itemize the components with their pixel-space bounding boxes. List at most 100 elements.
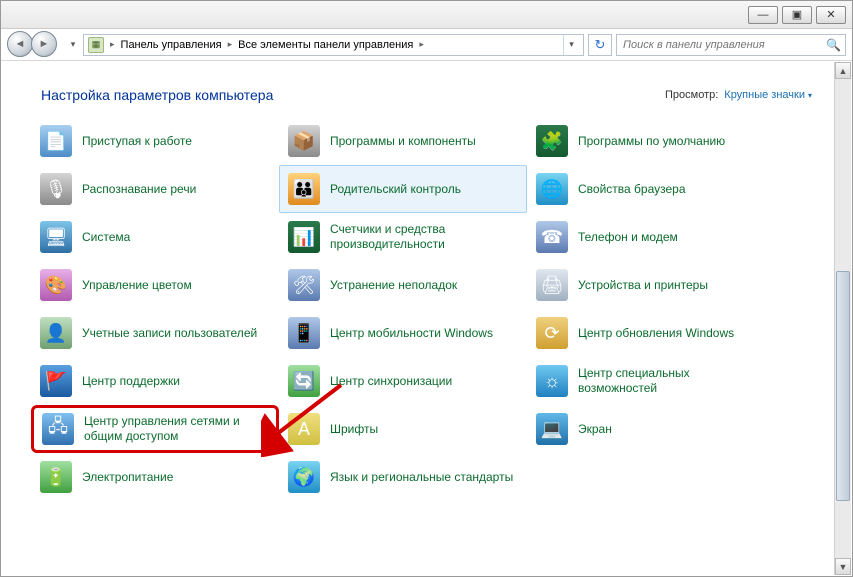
item-label: Центр синхронизации [330,374,452,389]
breadcrumb-sep-icon: ▸ [417,39,426,50]
search-input[interactable] [621,38,822,52]
maximize-button[interactable]: ▣ [782,6,812,24]
item-performance[interactable]: 📊 Счетчики и средства производительности [279,213,527,261]
item-label: Центр специальных возможностей [578,366,766,396]
wrench-icon: 🛠 [288,269,320,301]
page-title: Настройка параметров компьютера [41,87,273,103]
content-area: Настройка параметров компьютера Просмотр… [1,61,852,576]
nav-buttons: ◄ ► [7,31,63,59]
item-label: Система [82,230,130,245]
item-label: Устранение неполадок [330,278,457,293]
scroll-up-button[interactable]: ▲ [835,62,851,79]
breadcrumb-sep-icon: ▸ [108,39,117,50]
address-dropdown-icon[interactable]: ▾ [563,35,579,55]
color-icon: 🎨 [40,269,72,301]
chevron-down-icon: ▾ [808,91,812,100]
address-bar[interactable]: ▦ ▸ Панель управления ▸ Все элементы пан… [83,34,584,56]
item-label: Свойства браузера [578,182,686,197]
item-label: Электропитание [82,470,173,485]
item-label: Центр мобильности Windows [330,326,493,341]
network-icon: 🖧 [42,413,74,445]
item-label: Язык и региональные стандарты [330,470,513,485]
navigation-bar: ◄ ► ▾ ▦ ▸ Панель управления ▸ Все элемен… [1,29,852,61]
sync-icon: 🔄 [288,365,320,397]
item-label: Устройства и принтеры [578,278,708,293]
phone-icon: ☎ [536,221,568,253]
mobility-icon: 📱 [288,317,320,349]
printer-icon: 🖨 [536,269,568,301]
item-fonts[interactable]: AШрифты [279,405,527,453]
item-label: Телефон и модем [578,230,678,245]
item-label: Программы и компоненты [330,134,476,149]
item-label: Приступая к работе [82,134,192,149]
accessibility-icon: ☼ [536,365,568,397]
content-header: Настройка параметров компьютера Просмотр… [1,61,852,117]
item-network-sharing-center[interactable]: 🖧Центр управления сетями и общим доступо… [31,405,279,453]
item-display[interactable]: 💻 Экран [527,405,775,453]
scroll-thumb[interactable] [836,271,850,501]
control-panel-icon: ▦ [88,37,104,53]
update-icon: ⟳ [536,317,568,349]
power-icon: 🔋 [40,461,72,493]
item-label: Управление цветом [82,278,192,293]
item-power-options[interactable]: 🔋 Электропитание [31,453,279,501]
item-windows-update[interactable]: ⟳ Центр обновления Windows [527,309,775,357]
item-label: Центр обновления Windows [578,326,734,341]
item-speech[interactable]: 🎙 Распознавание речи [31,165,279,213]
item-action-center[interactable]: 🚩 Центр поддержки [31,357,279,405]
scroll-track[interactable] [835,79,851,558]
item-user-accounts[interactable]: 👤Учетные записи пользователей [31,309,279,357]
forward-button[interactable]: ► [31,31,57,57]
refresh-button[interactable]: ↻ [588,34,612,56]
item-troubleshooting[interactable]: 🛠 Устранение неполадок [279,261,527,309]
item-sync-center[interactable]: 🔄 Центр синхронизации [279,357,527,405]
item-default-programs[interactable]: 🧩 Программы по умолчанию [527,117,775,165]
programs-icon: 📦 [288,125,320,157]
breadcrumb-seg-2[interactable]: Все элементы панели управления [238,39,413,51]
item-label: Центр поддержки [82,374,180,389]
item-programs-features[interactable]: 📦 Программы и компоненты [279,117,527,165]
item-label: Счетчики и средства производительности [330,222,518,252]
region-icon: 🌍 [288,461,320,493]
nav-history-dropdown[interactable]: ▾ [67,32,79,58]
user-icon: 👤 [40,317,72,349]
default-programs-icon: 🧩 [536,125,568,157]
minimize-button[interactable]: — [748,6,778,24]
item-parental-controls[interactable]: 👪 Родительский контроль [279,165,527,213]
vertical-scrollbar[interactable]: ▲ ▼ [834,62,851,575]
item-label: Экран [578,422,612,437]
item-label: Программы по умолчанию [578,134,725,149]
globe-icon: 🌐 [536,173,568,205]
item-ease-of-access[interactable]: ☼ Центр специальных возможностей [527,357,775,405]
close-button[interactable]: ✕ [816,6,846,24]
item-system[interactable]: 🖥 Система [31,213,279,261]
item-label: Родительский контроль [330,182,461,197]
window-titlebar: — ▣ ✕ [1,1,852,29]
system-icon: 🖥 [40,221,72,253]
item-phone-modem[interactable]: ☎ Телефон и модем [527,213,775,261]
search-box[interactable]: 🔍 [616,34,846,56]
display-icon: 💻 [536,413,568,445]
item-label: Распознавание речи [82,182,196,197]
breadcrumb-seg-1[interactable]: Панель управления [121,39,222,51]
breadcrumb-sep-icon: ▸ [226,39,235,50]
item-mobility-center[interactable]: 📱 Центр мобильности Windows [279,309,527,357]
getting-started-icon: 📄 [40,125,72,157]
performance-icon: 📊 [288,221,320,253]
item-devices-printers[interactable]: 🖨 Устройства и принтеры [527,261,775,309]
view-value: Крупные значки [724,89,805,101]
item-internet-options[interactable]: 🌐 Свойства браузера [527,165,775,213]
microphone-icon: 🎙 [40,173,72,205]
view-dropdown[interactable]: Крупные значки ▾ [724,89,812,101]
view-label: Просмотр: [665,89,718,101]
scroll-down-button[interactable]: ▼ [835,558,851,575]
parental-icon: 👪 [288,173,320,205]
flag-icon: 🚩 [40,365,72,397]
search-icon[interactable]: 🔍 [826,38,841,52]
item-getting-started[interactable]: 📄 Приступая к работе [31,117,279,165]
item-label: Шрифты [330,422,378,437]
items-grid: 📄 Приступая к работе 📦 Программы и компоне… [1,117,852,511]
back-button[interactable]: ◄ [7,31,33,57]
item-region-language[interactable]: 🌍 Язык и региональные стандарты [279,453,527,501]
item-color-management[interactable]: 🎨 Управление цветом [31,261,279,309]
